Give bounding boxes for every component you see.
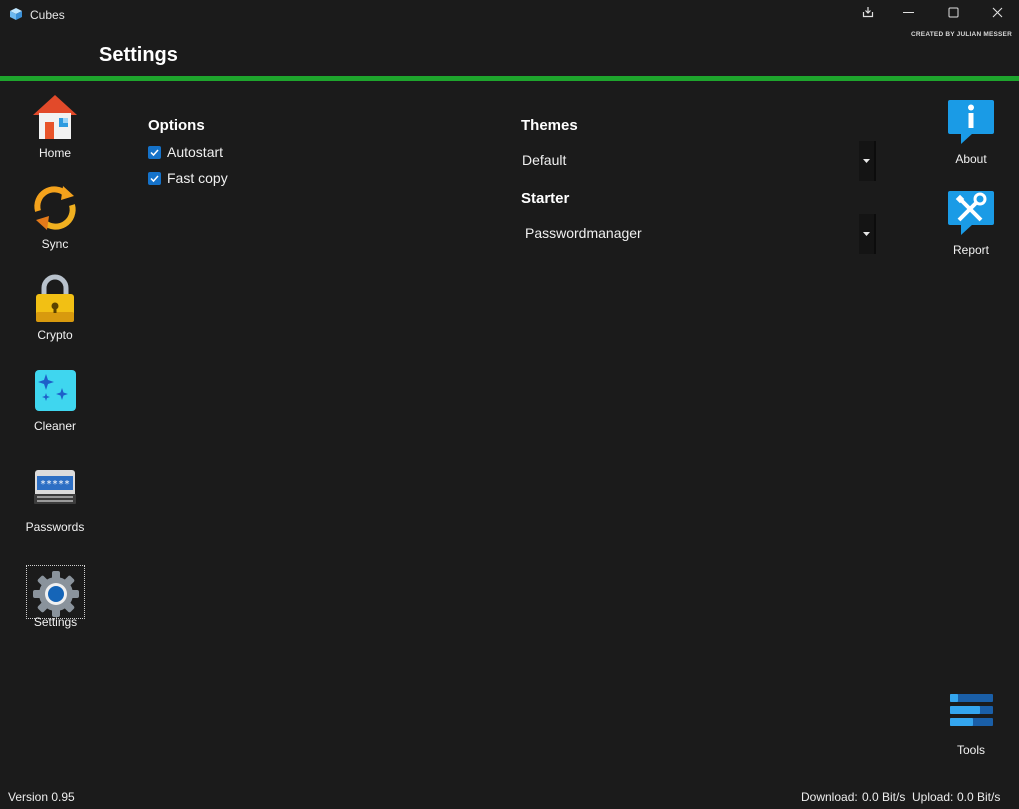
sparkle-icon xyxy=(30,365,80,415)
tray-icon xyxy=(862,5,874,23)
themes-selected-value: Default xyxy=(522,152,567,168)
tools-label: Tools xyxy=(956,743,985,757)
sidebar-item-label: Passwords xyxy=(25,520,85,534)
lock-icon xyxy=(30,274,80,324)
starter-dropdown-button[interactable] xyxy=(859,214,876,254)
maximize-icon xyxy=(948,5,959,23)
caret-down-icon xyxy=(863,159,870,163)
sidebar-item-home[interactable]: Home xyxy=(25,92,85,160)
close-icon xyxy=(992,5,1003,23)
minimize-icon xyxy=(902,5,914,23)
starter-selected-value: Passwordmanager xyxy=(525,225,642,241)
report-label: Report xyxy=(952,243,990,257)
download-value: 0.0 Bit/s xyxy=(862,790,906,804)
fast-copy-checkbox[interactable] xyxy=(148,171,161,185)
svg-text:*****: ***** xyxy=(40,479,70,490)
sidebar-item-crypto[interactable]: Crypto xyxy=(25,274,85,342)
app-title: Cubes xyxy=(30,8,65,22)
bars-icon xyxy=(946,691,996,741)
tools-icon xyxy=(946,189,996,239)
page-title: Settings xyxy=(99,44,178,66)
autostart-label: Autostart xyxy=(167,144,224,160)
sidebar-item-settings[interactable]: Settings xyxy=(26,565,85,629)
sidebar-item-label: Home xyxy=(38,146,71,160)
caret-down-icon xyxy=(863,232,870,236)
info-icon xyxy=(946,98,996,148)
title-bar: Cubes xyxy=(0,0,1019,30)
sidebar-item-passwords[interactable]: ***** Passwords xyxy=(25,466,85,534)
themes-dropdown-button[interactable] xyxy=(859,141,876,181)
fast-copy-checkbox-row[interactable]: Fast copy xyxy=(148,169,228,187)
autostart-checkbox-row[interactable]: Autostart xyxy=(148,143,223,161)
password-keyboard-icon: ***** xyxy=(30,466,80,516)
starter-title: Starter xyxy=(521,190,570,207)
close-button[interactable] xyxy=(975,0,1019,28)
accent-bar xyxy=(0,76,1019,81)
version-text: Version 0.95 xyxy=(8,790,75,804)
upload-value: 0.0 Bit/s xyxy=(957,790,1001,804)
starter-select[interactable]: Passwordmanager xyxy=(519,214,876,254)
check-icon xyxy=(150,174,159,182)
sidebar-item-cleaner[interactable]: Cleaner xyxy=(25,365,85,433)
about-label: About xyxy=(955,152,987,166)
sidebar-item-label: Cleaner xyxy=(33,419,77,433)
minimize-button[interactable] xyxy=(886,0,930,28)
sidebar-item-sync[interactable]: Sync xyxy=(25,183,85,251)
maximize-button[interactable] xyxy=(931,0,975,28)
autostart-checkbox[interactable] xyxy=(148,145,161,159)
sidebar-item-label: Crypto xyxy=(37,328,73,342)
credit-text: CREATED BY JULIAN MESSER xyxy=(911,31,1012,38)
download-label: Download: xyxy=(801,790,858,804)
sync-icon xyxy=(30,183,80,233)
home-icon xyxy=(30,92,80,142)
about-button[interactable]: About xyxy=(941,98,1001,166)
options-title: Options xyxy=(148,117,205,134)
sidebar-item-label: Sync xyxy=(41,237,69,251)
check-icon xyxy=(150,148,159,156)
minimize-to-tray-button[interactable] xyxy=(846,0,890,28)
gear-icon xyxy=(31,569,81,619)
themes-title: Themes xyxy=(521,117,578,134)
themes-select[interactable]: Default xyxy=(519,141,876,181)
cube-icon xyxy=(9,7,23,21)
report-button[interactable]: Report xyxy=(941,189,1001,257)
fast-copy-label: Fast copy xyxy=(167,170,228,186)
sidebar-item-label: Settings xyxy=(33,615,78,629)
upload-label: Upload: xyxy=(912,790,954,804)
tools-button[interactable]: Tools xyxy=(941,691,1001,757)
